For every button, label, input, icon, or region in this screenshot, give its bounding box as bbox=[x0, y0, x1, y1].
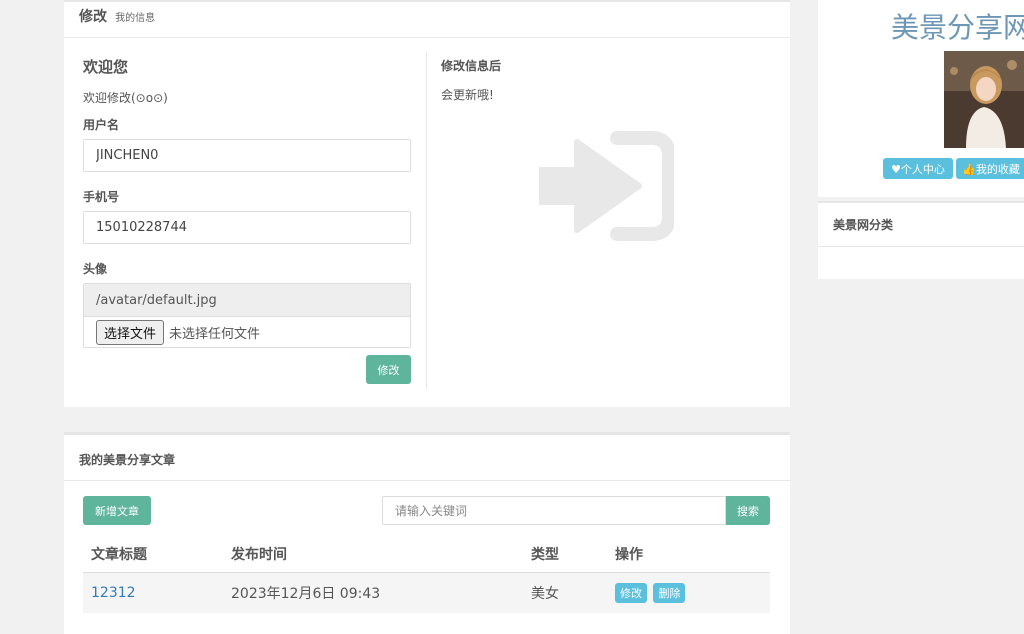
my-favorites-button[interactable]: 👍我的收藏 bbox=[956, 158, 1024, 179]
articles-panel-header: 我的美景分享文章 bbox=[64, 435, 790, 481]
phone-label: 手机号 bbox=[83, 190, 120, 204]
phone-input[interactable] bbox=[83, 211, 411, 244]
profile-panel: 美景分享网 ♥个人中心 👍我的收藏 bbox=[818, 0, 1024, 197]
avatar-label: 头像 bbox=[83, 262, 108, 276]
edit-form: 欢迎您 欢迎修改(⊙o⊙) 用户名 手机号 头像 选择文件 未选择任何文件 bbox=[83, 52, 411, 348]
delete-article-button[interactable]: 删除 bbox=[653, 582, 686, 603]
column-header-title: 文章标题 bbox=[83, 536, 223, 573]
username-input[interactable] bbox=[83, 139, 411, 172]
file-upload-row: 选择文件 未选择任何文件 bbox=[83, 316, 411, 348]
articles-panel-title: 我的美景分享文章 bbox=[79, 453, 176, 467]
articles-table: 文章标题 发布时间 类型 操作 12312 2023年12月6日 09:43 美… bbox=[83, 536, 770, 613]
sign-in-icon bbox=[539, 131, 674, 241]
article-type: 美女 bbox=[523, 572, 607, 613]
vertical-divider bbox=[426, 52, 427, 389]
edit-article-button[interactable]: 修改 bbox=[615, 582, 647, 603]
edit-panel-title: 修改 bbox=[79, 9, 107, 25]
article-actions: 修改 删除 bbox=[607, 572, 770, 613]
avatar bbox=[944, 51, 1024, 148]
category-title: 美景网分类 bbox=[818, 203, 1024, 247]
my-articles-panel: 我的美景分享文章 新增文章 搜索 文章标题 发布时间 类型 操作 12312 2… bbox=[64, 432, 790, 634]
username-label: 用户名 bbox=[83, 118, 120, 132]
column-header-type: 类型 bbox=[523, 536, 607, 573]
edit-panel-subtitle: 我的信息 bbox=[115, 13, 156, 24]
column-header-actions: 操作 bbox=[607, 536, 770, 573]
file-status-text: 未选择任何文件 bbox=[169, 326, 261, 342]
welcome-subtitle: 欢迎修改(⊙o⊙) bbox=[83, 91, 168, 105]
column-header-date: 发布时间 bbox=[223, 536, 523, 573]
brand-title: 美景分享网 bbox=[891, 11, 1024, 44]
table-row: 12312 2023年12月6日 09:43 美女 修改 删除 bbox=[83, 572, 770, 613]
info-subtitle: 会更新哦! bbox=[441, 88, 494, 102]
add-article-button[interactable]: 新增文章 bbox=[83, 496, 151, 525]
edit-info-panel: 修改 我的信息 欢迎您 欢迎修改(⊙o⊙) 用户名 手机号 头像 选择文件 未选… bbox=[64, 0, 790, 407]
welcome-title: 欢迎您 bbox=[83, 58, 129, 76]
choose-file-button[interactable]: 选择文件 bbox=[96, 319, 165, 345]
avatar-path-input bbox=[83, 283, 411, 316]
personal-center-button[interactable]: ♥个人中心 bbox=[883, 158, 953, 179]
search-button[interactable]: 搜索 bbox=[726, 496, 770, 525]
info-title: 修改信息后 bbox=[441, 59, 502, 73]
edit-panel-header: 修改 我的信息 bbox=[64, 2, 790, 38]
info-column: 修改信息后 会更新哦! bbox=[441, 57, 501, 103]
search-input[interactable] bbox=[382, 496, 726, 525]
article-date: 2023年12月6日 09:43 bbox=[223, 572, 523, 613]
table-header-row: 文章标题 发布时间 类型 操作 bbox=[83, 536, 770, 573]
category-panel: 美景网分类 bbox=[818, 201, 1024, 279]
article-title-link[interactable]: 12312 bbox=[83, 572, 223, 613]
submit-edit-button[interactable]: 修改 bbox=[366, 355, 411, 384]
